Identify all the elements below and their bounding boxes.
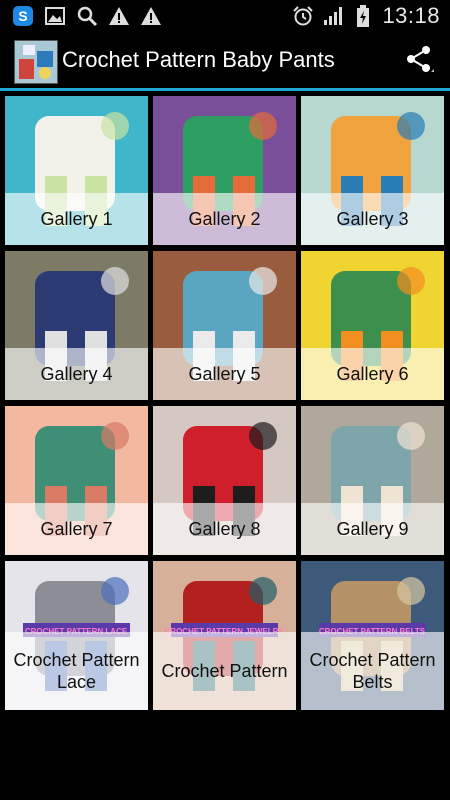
gallery-label: Gallery 7 [40, 519, 113, 539]
signal-icon [322, 5, 344, 27]
share-button[interactable] [400, 42, 438, 80]
gallery-label: Gallery 1 [40, 209, 113, 229]
warning-icon [140, 5, 162, 27]
gallery-caption: Gallery 1 [5, 193, 148, 245]
gallery-label: Gallery 4 [40, 364, 113, 384]
gallery-caption: Gallery 6 [301, 348, 444, 400]
search-icon [76, 5, 98, 27]
warning-icon [108, 5, 130, 27]
gallery-caption: Gallery 4 [5, 348, 148, 400]
gallery-caption: Gallery 5 [153, 348, 296, 400]
gallery-tile[interactable]: Gallery 4 [5, 251, 148, 400]
gallery-label: Crochet Pattern [161, 661, 288, 681]
image-icon [44, 5, 66, 27]
gallery-tile[interactable]: CROCHET PATTERN LACECrochet Pattern Lace [5, 561, 148, 710]
gallery-label: Gallery 8 [188, 519, 261, 539]
gallery-tile[interactable]: Gallery 1 [5, 96, 148, 245]
gallery-label: Gallery 5 [188, 364, 261, 384]
gallery-tile[interactable]: Gallery 9 [301, 406, 444, 555]
clock-time: 13:18 [382, 3, 440, 28]
gallery-caption: Crochet Pattern [153, 632, 296, 710]
gallery-label: Gallery 2 [188, 209, 261, 229]
battery-charging-icon [352, 5, 374, 27]
gallery-caption: Gallery 7 [5, 503, 148, 555]
sync-s-icon: S [12, 5, 34, 27]
gallery-tile[interactable]: Gallery 8 [153, 406, 296, 555]
gallery-caption: Crochet Pattern Belts [301, 632, 444, 710]
gallery-grid: Gallery 1 Gallery 2 Gallery 3 Gallery 4 Gall… [5, 96, 445, 712]
gallery-label: Gallery 6 [336, 364, 409, 384]
gallery-tile[interactable]: CROCHET PATTERN BELTSCrochet Pattern Bel… [301, 561, 444, 710]
gallery-caption: Gallery 8 [153, 503, 296, 555]
gallery-tile[interactable]: Gallery 6 [301, 251, 444, 400]
gallery-tile[interactable]: Gallery 3 [301, 96, 444, 245]
svg-text:S: S [18, 8, 27, 24]
notification-icons: S [12, 5, 162, 27]
gallery-tile[interactable]: Gallery 5 [153, 251, 296, 400]
gallery-label: Crochet Pattern Belts [309, 650, 436, 692]
alarm-icon [292, 5, 314, 27]
gallery-caption: Gallery 2 [153, 193, 296, 245]
gallery-tile[interactable]: CROCHET PATTERN JEWELRYCrochet Pattern [153, 561, 296, 710]
gallery-caption: Crochet Pattern Lace [5, 632, 148, 710]
gallery-caption: Gallery 9 [301, 503, 444, 555]
app-logo-icon[interactable] [14, 40, 58, 84]
gallery-caption: Gallery 3 [301, 193, 444, 245]
gallery-label: Gallery 3 [336, 209, 409, 229]
app-bar: Crochet Pattern Baby Pants [0, 34, 450, 88]
app-title: Crochet Pattern Baby Pants [62, 47, 335, 72]
share-icon [404, 44, 434, 79]
gallery-tile[interactable]: Gallery 2 [153, 96, 296, 245]
system-icons: 13:18 [292, 3, 440, 29]
gallery-tile[interactable]: Gallery 7 [5, 406, 148, 555]
app-bar-divider [0, 88, 450, 91]
gallery-label: Gallery 9 [336, 519, 409, 539]
status-bar: S 13:18 [0, 0, 450, 34]
gallery-label: Crochet Pattern Lace [13, 650, 140, 692]
